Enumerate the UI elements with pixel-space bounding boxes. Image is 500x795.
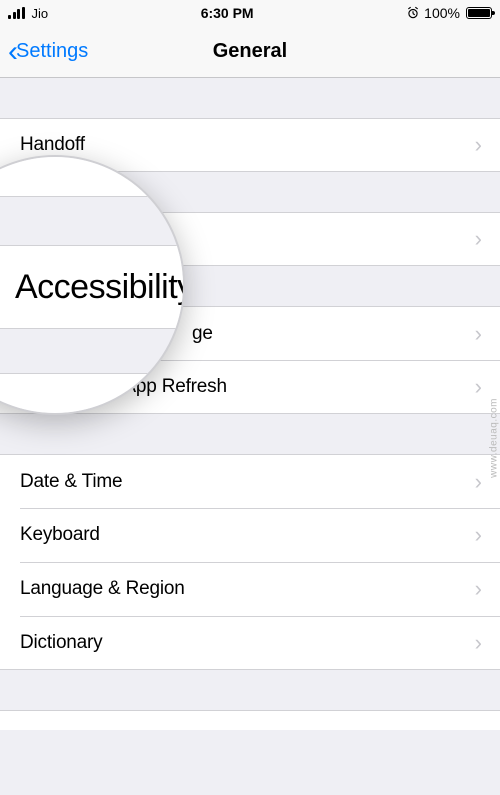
row-cutoff[interactable] bbox=[0, 710, 500, 730]
navigation-bar: ‹ Settings General bbox=[0, 26, 500, 78]
status-bar: Jio 6:30 PM 100% bbox=[0, 0, 500, 26]
magnifier-overlay: Accessibility bbox=[0, 155, 185, 415]
section-spacer bbox=[0, 414, 500, 454]
signal-icon bbox=[8, 7, 25, 19]
battery-icon bbox=[466, 7, 492, 19]
section-spacer bbox=[0, 670, 500, 710]
row-label: Handoff bbox=[20, 134, 85, 156]
magnified-label: Accessibility bbox=[15, 268, 185, 307]
row-date-time[interactable]: Date & Time › bbox=[0, 454, 500, 508]
chevron-right-icon: › bbox=[475, 226, 482, 252]
chevron-right-icon: › bbox=[475, 321, 482, 347]
battery-percent-label: 100% bbox=[424, 5, 460, 21]
back-label: Settings bbox=[16, 40, 88, 63]
row-label: Keyboard bbox=[20, 524, 100, 546]
status-right: 100% bbox=[406, 5, 492, 21]
row-language-region[interactable]: Language & Region › bbox=[0, 562, 500, 616]
back-button[interactable]: ‹ Settings bbox=[0, 37, 88, 67]
chevron-right-icon: › bbox=[475, 469, 482, 495]
clock-label: 6:30 PM bbox=[201, 5, 254, 21]
row-label: Dictionary bbox=[20, 632, 102, 654]
alarm-icon bbox=[406, 6, 420, 20]
chevron-right-icon: › bbox=[475, 576, 482, 602]
watermark: www.deuaq.com bbox=[489, 398, 500, 478]
chevron-right-icon: › bbox=[475, 132, 482, 158]
row-dictionary[interactable]: Dictionary › bbox=[0, 616, 500, 670]
chevron-right-icon: › bbox=[475, 630, 482, 656]
row-label: Language & Region bbox=[20, 578, 185, 600]
status-left: Jio bbox=[8, 6, 48, 21]
chevron-right-icon: › bbox=[475, 522, 482, 548]
section-spacer bbox=[0, 78, 500, 118]
row-keyboard[interactable]: Keyboard › bbox=[0, 508, 500, 562]
carrier-label: Jio bbox=[32, 6, 49, 21]
row-label: Date & Time bbox=[20, 471, 122, 493]
chevron-right-icon: › bbox=[475, 374, 482, 400]
